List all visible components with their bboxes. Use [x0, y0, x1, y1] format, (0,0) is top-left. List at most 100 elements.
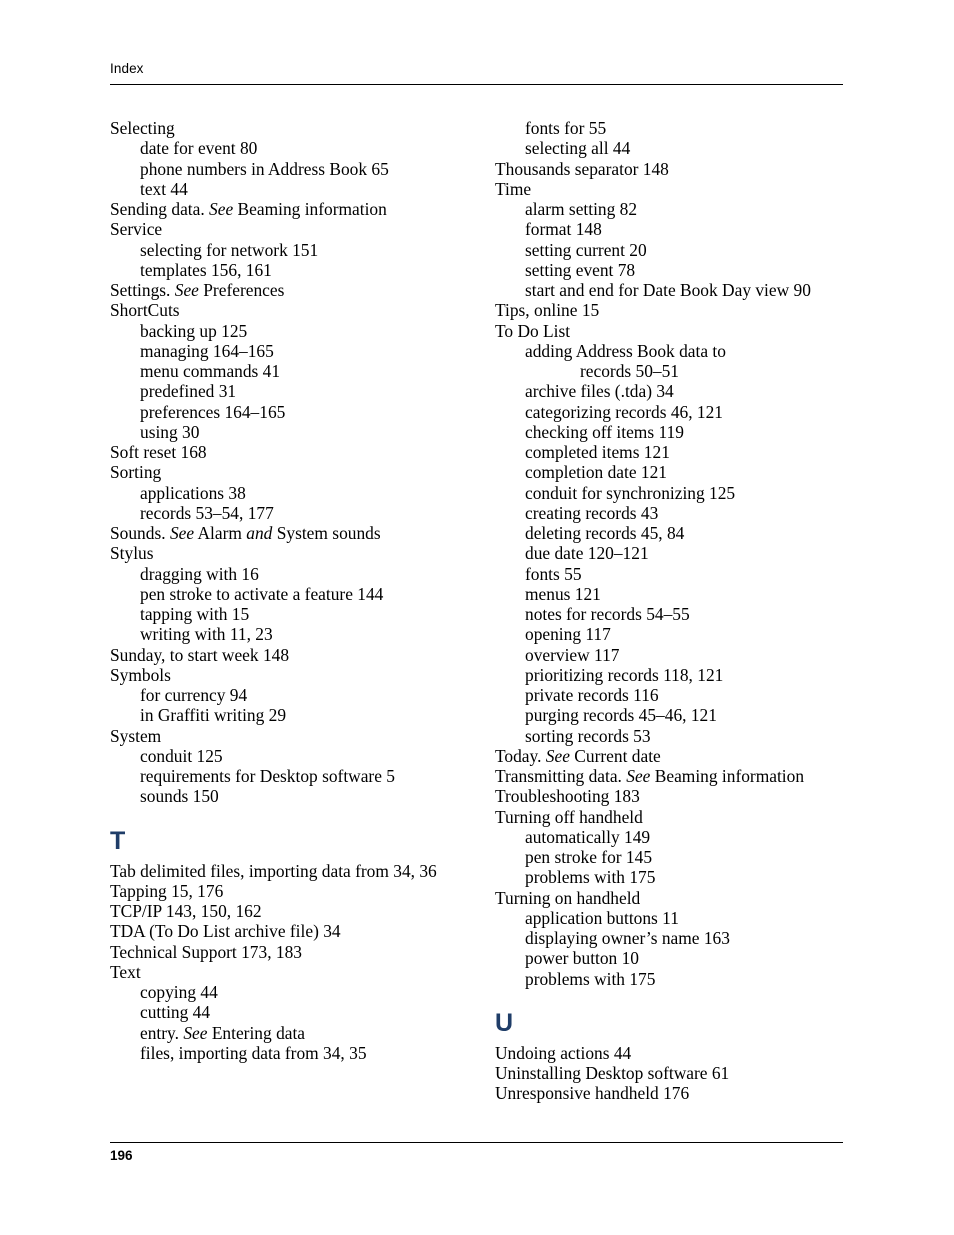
index-entry: To Do List: [495, 320, 571, 341]
index-entry: preferences 164–165: [140, 401, 286, 422]
index-entry: menu commands 41: [140, 361, 281, 381]
index-entry: managing 164–165: [140, 340, 274, 361]
index-entry: displaying owner’s name 163: [525, 928, 730, 948]
index-entry: Uninstalling Desktop software 61: [495, 1063, 730, 1083]
index-entry: Technical Support 173, 183: [110, 941, 302, 962]
header-rule: [110, 83, 843, 85]
index-entry: private records 116: [525, 685, 659, 705]
index-entry: Sending data. See Beaming information: [110, 199, 387, 219]
index-entry: completion date 121: [525, 462, 667, 483]
index-entry: requirements for Desktop software 5: [140, 766, 395, 786]
index-entry: TDA (To Do List archive file) 34: [110, 921, 341, 942]
cross-reference-word: See: [209, 199, 234, 219]
index-entry: dragging with 16: [140, 563, 259, 584]
index-entry: using 30: [140, 421, 200, 442]
index-entry: fonts 55: [525, 563, 582, 584]
index-entry: overview 117: [525, 644, 620, 665]
section-letter-u: U: [495, 1008, 514, 1037]
left-column-entries-t: Tab delimited files, importing data from…: [110, 861, 458, 1064]
index-entry: alarm setting 82: [525, 199, 638, 219]
index-entry: setting event 78: [525, 259, 636, 280]
index-entry: Turning on handheld: [495, 887, 641, 908]
index-entry: problems with 175: [525, 867, 656, 888]
index-entry: Tips, online 15: [495, 300, 600, 321]
index-entry: notes for records 54–55: [525, 604, 690, 624]
index-entry: Service: [110, 219, 163, 240]
index-entry: fonts for 55: [525, 118, 607, 138]
index-entry: ShortCuts: [110, 300, 180, 321]
index-entry: System: [110, 725, 162, 746]
index-entry: Today. See Current date: [495, 745, 661, 766]
index-entry: deleting records 45, 84: [525, 523, 685, 543]
index-entry: predefined 31: [140, 381, 237, 402]
index-page: Index Selecting date for event 80 phone nu…: [0, 0, 954, 1235]
index-entry: Settings. See Preferences: [110, 280, 285, 300]
index-entry: completed items 121: [525, 442, 670, 462]
index-entry: automatically 149: [525, 826, 651, 847]
index-entry: Turning off handheld: [495, 806, 643, 827]
index-entry: templates 156, 161: [140, 259, 272, 280]
index-entry: text 44: [140, 178, 188, 199]
index-entry: conduit 125: [140, 745, 223, 766]
index-entry: Tapping 15, 176: [110, 880, 224, 901]
index-entry: writing with 11, 23: [140, 624, 273, 645]
index-entry: creating records 43: [525, 502, 659, 523]
index-entry: due date 120–121: [525, 543, 649, 564]
index-entry: date for event 80: [140, 138, 258, 159]
index-entry: phone numbers in Address Book 65: [140, 158, 389, 179]
index-entry: purging records 45–46, 121: [525, 705, 717, 726]
index-entry: setting current 20: [525, 239, 647, 260]
index-entry: Selecting: [110, 118, 175, 138]
index-entry: sorting records 53: [525, 725, 651, 746]
index-entry: pen stroke for 145: [525, 847, 653, 867]
index-entry: problems with 175: [525, 968, 656, 989]
index-entry: copying 44: [140, 982, 218, 1002]
index-entry: in Graffiti writing 29: [140, 705, 287, 726]
index-entry: menus 121: [525, 583, 601, 604]
index-entry: conduit for synchronizing 125: [525, 482, 736, 503]
index-entry: records 53–54, 177: [140, 502, 274, 523]
right-column: fonts for 55 selecting all 44 Thousands se…: [495, 118, 843, 1104]
left-column-entries: Selecting date for event 80 phone numbers …: [110, 118, 458, 807]
page-header: Index: [110, 61, 843, 85]
footer-rule: [110, 1142, 843, 1143]
index-entry: files, importing data from 34, 35: [140, 1042, 367, 1063]
index-entry: power button 10: [525, 948, 639, 969]
index-entry: archive files (.tda) 34: [525, 381, 674, 402]
index-columns: Selecting date for event 80 phone numbers …: [110, 118, 843, 1104]
cross-reference-word: See: [545, 745, 570, 766]
index-entry: Transmitting data. See Beaming informati…: [495, 766, 805, 786]
index-entry: Tab delimited files, importing data from…: [110, 860, 437, 881]
index-entry: Stylus: [110, 543, 154, 564]
index-entry: TCP/IP 143, 150, 162: [110, 901, 262, 921]
index-entry: Unresponsive handheld 176: [495, 1083, 690, 1104]
index-entry: Thousands separator 148: [495, 158, 669, 179]
index-entry: cutting 44: [140, 1002, 211, 1023]
index-entry: start and end for Date Book Day view 90: [525, 280, 811, 300]
index-entry: Undoing actions 44: [495, 1042, 632, 1063]
index-entry: opening 117: [525, 624, 611, 645]
index-entry: sounds 150: [140, 786, 219, 807]
index-entry: Time: [495, 178, 532, 199]
index-entry: Sounds. See Alarm and System sounds: [110, 523, 381, 543]
index-entry: pen stroke to activate a feature 144: [140, 583, 384, 604]
section-letter-t: T: [110, 826, 126, 855]
index-entry: for currency 94: [140, 685, 248, 705]
page-number: 196: [110, 1148, 133, 1163]
page-footer: 196: [110, 1142, 843, 1164]
index-entry: entry. See Entering data: [140, 1022, 306, 1043]
index-entry: categorizing records 46, 121: [525, 401, 723, 422]
index-entry: Sunday, to start week 148: [110, 644, 290, 665]
index-entry: format 148: [525, 219, 602, 240]
index-entry: Soft reset 168: [110, 442, 207, 462]
cross-reference-word: and: [246, 523, 273, 543]
index-entry: prioritizing records 118, 121: [525, 664, 724, 685]
right-column-entries-u: Undoing actions 44 Uninstalling Desktop s…: [495, 1043, 843, 1104]
index-entry: adding Address Book data to records 50–51: [495, 341, 843, 382]
index-entry: applications 38: [140, 482, 246, 503]
cross-reference-word: See: [626, 766, 651, 786]
index-entry: tapping with 15: [140, 604, 250, 624]
running-head: Index: [110, 61, 144, 76]
index-entry: Text: [110, 961, 141, 982]
index-entry: Sorting: [110, 462, 162, 483]
